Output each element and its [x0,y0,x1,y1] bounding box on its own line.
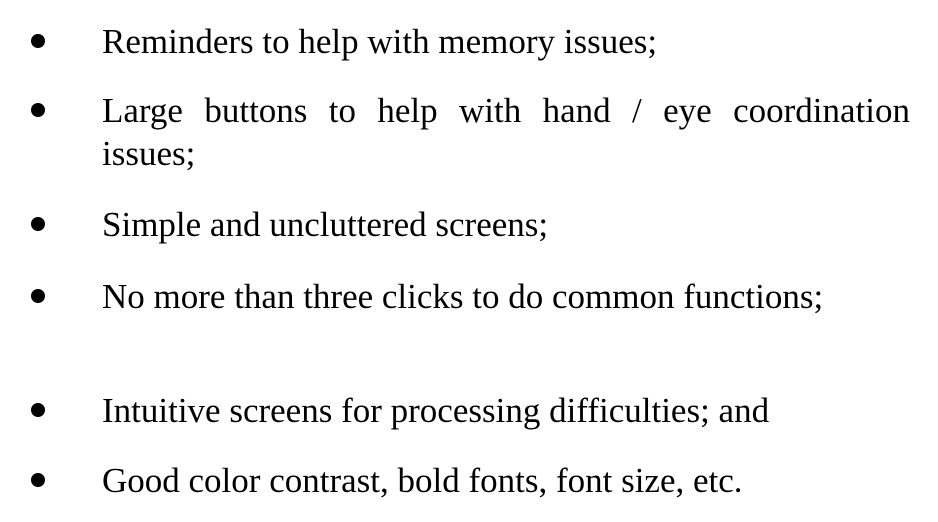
bullet-icon [31,34,45,48]
list-item-text: Large buttons to help with hand / eye co… [102,91,910,173]
bullet-icon [31,289,45,303]
bullet-icon [31,473,45,487]
list-item-text: Intuitive screens for processing difficu… [102,391,770,430]
bullet-icon [31,403,45,417]
bullet-icon [31,217,45,231]
list-item-text: No more than three clicks to do common f… [102,277,824,316]
list-item-text: Reminders to help with memory issues; [102,22,658,61]
list-item-text: Simple and uncluttered screens; [102,205,549,244]
bullet-icon [31,103,45,117]
list-item-text: Good color contrast, bold fonts, font si… [102,461,743,500]
